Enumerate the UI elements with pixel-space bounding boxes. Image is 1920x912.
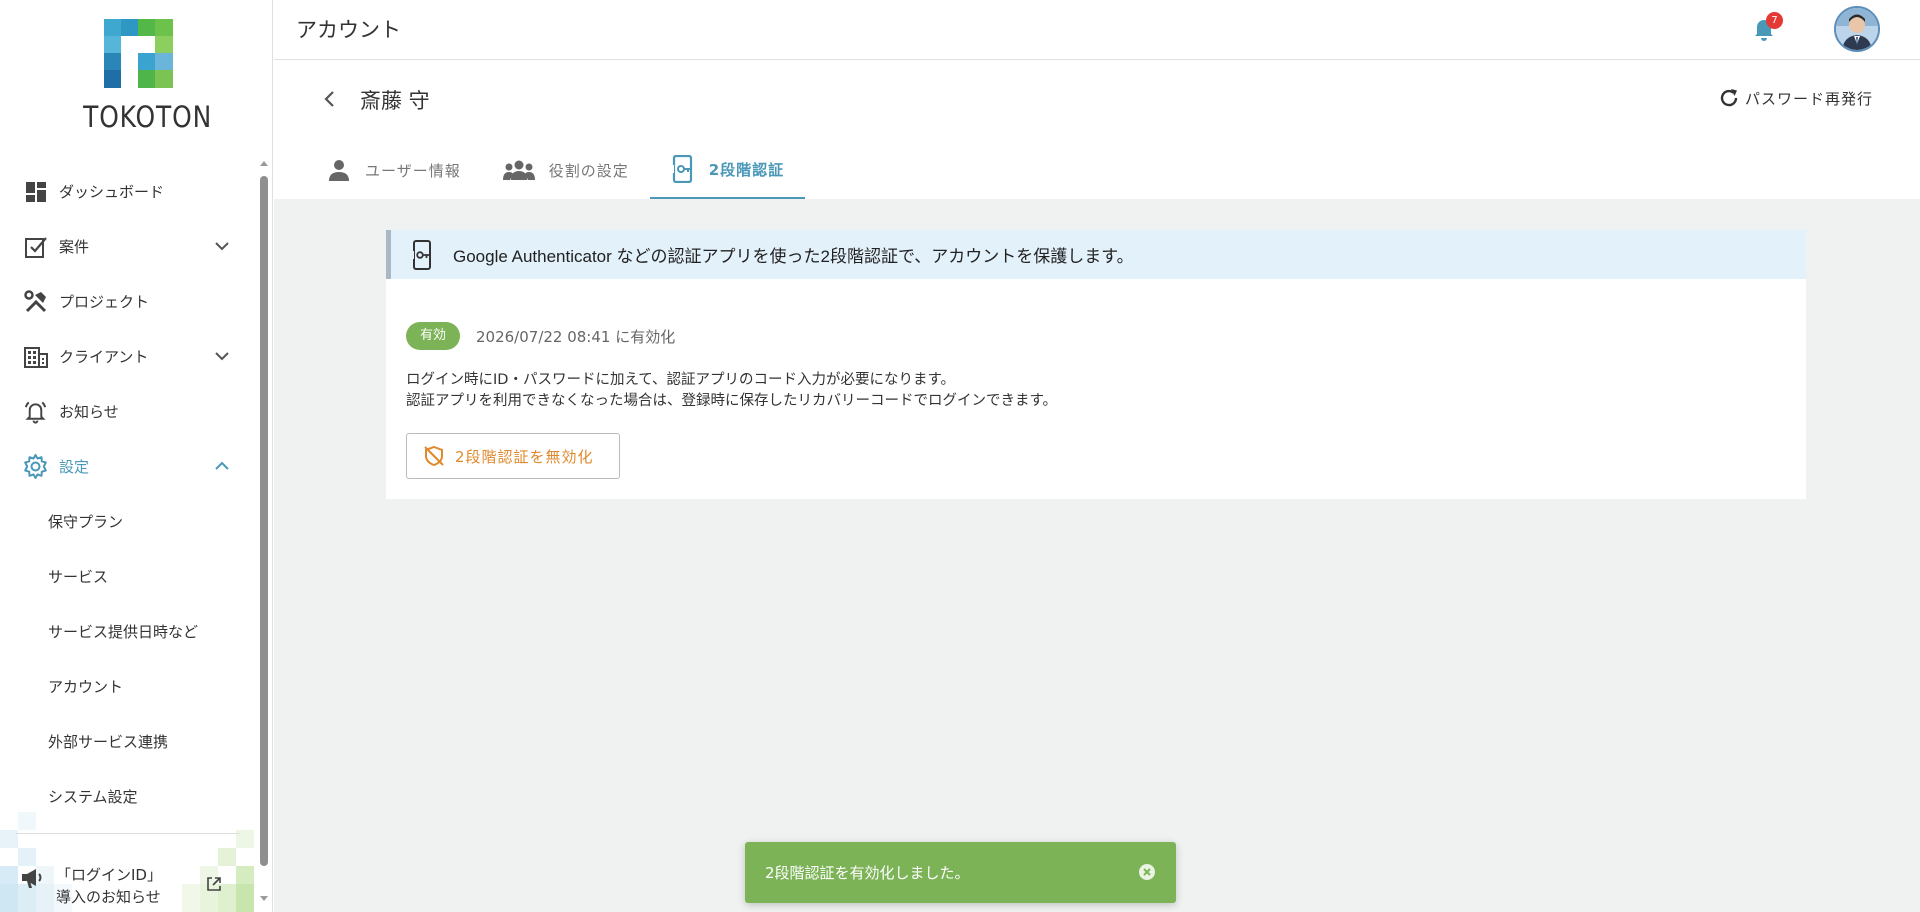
tab-role-settings[interactable]: 役割の設定 [482, 141, 650, 199]
description-line-1: ログイン時にID・パスワードに加えて、認証アプリのコード入力が必要になります。 [406, 372, 956, 388]
avatar-photo-icon [1836, 8, 1878, 50]
sidebar-item-dashboard[interactable]: ダッシュボード [0, 164, 254, 219]
logo-mark-icon [104, 19, 173, 88]
notice-text: 「ログインID」 導入のお知らせ [56, 864, 162, 908]
password-reissue-label: パスワード再発行 [1745, 89, 1874, 108]
refresh-icon [1720, 89, 1738, 107]
notice-line-2: 導入のお知らせ [56, 888, 161, 906]
sidebar-subitem-system-settings[interactable]: システム設定 [0, 769, 254, 824]
scroll-down-arrow-icon[interactable] [258, 894, 270, 904]
main-content: Google Authenticator などの認証アプリを使った2段階認証で、… [274, 199, 1920, 912]
top-header: アカウント 7 [274, 0, 1920, 60]
sidebar-scrollbar[interactable] [258, 158, 270, 901]
tab-label: 役割の設定 [548, 161, 629, 180]
sidebar-item-label: 設定 [59, 458, 90, 476]
sidebar-item-settings[interactable]: 設定 [0, 439, 254, 494]
task-check-icon [22, 233, 49, 260]
login-id-notice-link[interactable]: 「ログインID」 導入のお知らせ [0, 850, 254, 912]
info-banner-text: Google Authenticator などの認証アプリを使った2段階認証で、… [453, 247, 1134, 266]
tokoton-logo[interactable]: TOKOTON [74, 16, 213, 136]
phone-key-icon [670, 155, 692, 183]
back-arrow-icon[interactable] [318, 87, 342, 111]
sidebar-item-clients[interactable]: クライアント [0, 329, 254, 384]
sidebar-nav: ダッシュボード 案件 プロジェクト クライアント お知らせ 設定 保守プラン サ… [0, 164, 254, 824]
password-reissue-button[interactable]: パスワード再発行 [1718, 87, 1873, 109]
two-factor-description: ログイン時にID・パスワードに加えて、認証アプリのコード入力が必要になります。 … [406, 370, 1057, 412]
info-banner: Google Authenticator などの認証アプリを使った2段階認証で、… [386, 230, 1806, 279]
external-link-icon[interactable] [206, 876, 222, 892]
building-icon [22, 343, 49, 370]
tab-label: ユーザー情報 [365, 161, 461, 180]
sidebar-subitem-service[interactable]: サービス [0, 549, 254, 604]
user-detail-header: 斎藤 守 パスワード再発行 ユーザー情報 役割の設定 2段階認証 [274, 61, 1920, 199]
disable-two-factor-button[interactable]: 2段階認証を無効化 [406, 433, 620, 479]
user-name: 斎藤 守 [360, 89, 430, 113]
sidebar-divider [16, 833, 240, 834]
close-icon[interactable] [1138, 863, 1156, 881]
success-toast: 2段階認証を有効化しました。 [745, 842, 1176, 903]
toast-message: 2段階認証を有効化しました。 [765, 864, 970, 882]
user-tabs: ユーザー情報 役割の設定 2段階認証 [306, 141, 806, 199]
notification-badge: 7 [1766, 12, 1783, 29]
scroll-up-arrow-icon[interactable] [258, 158, 270, 168]
phone-key-icon [411, 239, 431, 270]
megaphone-icon [22, 869, 42, 888]
page-title: アカウント [296, 18, 401, 42]
sidebar-subitem-account[interactable]: アカウント [0, 659, 254, 714]
description-line-2: 認証アプリを利用できなくなった場合は、登録時に保存したリカバリーコードでログイン… [406, 393, 1058, 409]
chevron-up-icon[interactable] [214, 458, 230, 474]
sidebar-item-label: お知らせ [59, 403, 119, 421]
sidebar-subitem-external-services[interactable]: 外部サービス連携 [0, 714, 254, 769]
chevron-down-icon[interactable] [214, 238, 230, 254]
sidebar-item-label: ダッシュボード [59, 183, 165, 201]
sidebar-item-projects[interactable]: プロジェクト [0, 274, 254, 329]
status-badge: 有効 [406, 322, 460, 350]
two-factor-card: Google Authenticator などの認証アプリを使った2段階認証で、… [386, 230, 1806, 499]
status-row: 有効 2026/07/22 08:41 に有効化 [406, 322, 675, 350]
notice-line-1: 「ログインID」 [56, 866, 162, 884]
group-icon [502, 160, 535, 180]
chevron-down-icon[interactable] [214, 348, 230, 364]
sidebar-item-label: プロジェクト [59, 293, 150, 311]
sidebar-subitem-service-schedule[interactable]: サービス提供日時など [0, 604, 254, 659]
scroll-thumb[interactable] [260, 176, 268, 866]
tools-icon [22, 288, 49, 315]
shield-off-icon [424, 445, 444, 467]
tab-two-factor[interactable]: 2段階認証 [649, 141, 806, 199]
logo-text: TOKOTON [83, 100, 213, 134]
sidebar-item-news[interactable]: お知らせ [0, 384, 254, 439]
person-icon [329, 160, 349, 181]
user-avatar[interactable] [1834, 6, 1880, 52]
sidebar-item-label: クライアント [59, 348, 149, 366]
gear-icon [22, 453, 49, 480]
sidebar-item-cases[interactable]: 案件 [0, 219, 254, 274]
tab-label: 2段階認証 [708, 160, 785, 179]
bell-ring-icon [22, 398, 49, 425]
tab-user-info[interactable]: ユーザー情報 [306, 141, 482, 199]
disable-two-factor-label: 2段階認証を無効化 [455, 447, 594, 466]
dashboard-icon [22, 178, 49, 205]
enabled-timestamp: 2026/07/22 08:41 に有効化 [476, 327, 676, 346]
sidebar: TOKOTON ダッシュボード 案件 プロジェクト クライアント お知らせ 設定… [0, 0, 273, 912]
sidebar-subitem-maintenance-plan[interactable]: 保守プラン [0, 494, 254, 549]
sidebar-item-label: 案件 [59, 238, 90, 256]
